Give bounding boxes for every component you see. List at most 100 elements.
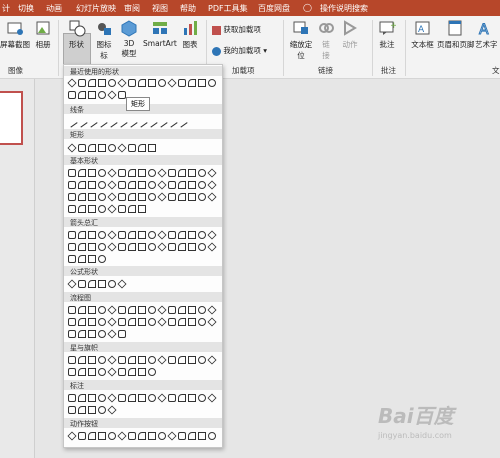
- shape-item-icon[interactable]: [118, 306, 126, 314]
- shape-item-icon[interactable]: [67, 279, 77, 289]
- shape-item-icon[interactable]: [188, 432, 196, 440]
- shape-item-icon[interactable]: [198, 394, 206, 402]
- shape-item-icon[interactable]: [106, 116, 118, 128]
- shape-item-icon[interactable]: [107, 168, 117, 178]
- shape-item-icon[interactable]: [107, 393, 117, 403]
- shape-item-icon[interactable]: [98, 330, 106, 338]
- shape-item-icon[interactable]: [138, 306, 146, 314]
- shape-item-icon[interactable]: [168, 231, 176, 239]
- shape-item-icon[interactable]: [128, 318, 136, 326]
- shape-item-icon[interactable]: [178, 79, 186, 87]
- 3d-model-button[interactable]: 3D 模型: [118, 19, 140, 59]
- shape-item-icon[interactable]: [118, 205, 126, 213]
- shape-item-icon[interactable]: [208, 79, 216, 87]
- shape-item-icon[interactable]: [128, 243, 136, 251]
- shape-item-icon[interactable]: [78, 255, 86, 263]
- shape-item-icon[interactable]: [168, 169, 176, 177]
- shape-item-icon[interactable]: [128, 144, 136, 152]
- shape-item-icon[interactable]: [68, 318, 76, 326]
- shape-item-icon[interactable]: [188, 231, 196, 239]
- shape-item-icon[interactable]: [148, 181, 156, 189]
- shape-item-icon[interactable]: [68, 243, 76, 251]
- shape-item-icon[interactable]: [78, 306, 86, 314]
- shape-item-icon[interactable]: [66, 116, 78, 128]
- shape-item-icon[interactable]: [188, 243, 196, 251]
- shape-item-icon[interactable]: [138, 169, 146, 177]
- shape-item-icon[interactable]: [148, 169, 156, 177]
- shape-item-icon[interactable]: [208, 432, 216, 440]
- shape-item-icon[interactable]: [98, 91, 106, 99]
- shape-item-icon[interactable]: [198, 231, 206, 239]
- zoom-button[interactable]: 缩放定 位: [287, 19, 315, 61]
- shape-item-icon[interactable]: [88, 406, 96, 414]
- shape-item-icon[interactable]: [207, 317, 217, 327]
- shape-item-icon[interactable]: [88, 330, 96, 338]
- shape-item-icon[interactable]: [118, 91, 126, 99]
- shape-item-icon[interactable]: [108, 79, 116, 87]
- shape-item-icon[interactable]: [88, 318, 96, 326]
- shape-item-icon[interactable]: [188, 356, 196, 364]
- shape-item-icon[interactable]: [168, 318, 176, 326]
- textbox-button[interactable]: A 文本框: [410, 19, 435, 50]
- shape-item-icon[interactable]: [68, 255, 76, 263]
- shape-item-icon[interactable]: [178, 231, 186, 239]
- shape-item-icon[interactable]: [138, 368, 146, 376]
- shape-item-icon[interactable]: [148, 306, 156, 314]
- shape-item-icon[interactable]: [107, 242, 117, 252]
- shape-item-icon[interactable]: [108, 432, 116, 440]
- shape-item-icon[interactable]: [157, 317, 167, 327]
- shape-item-icon[interactable]: [178, 318, 186, 326]
- shape-item-icon[interactable]: [88, 205, 96, 213]
- shape-item-icon[interactable]: [88, 394, 96, 402]
- shape-item-icon[interactable]: [68, 356, 76, 364]
- shape-item-icon[interactable]: [116, 116, 128, 128]
- tab-help[interactable]: 帮助: [180, 3, 196, 14]
- shape-item-icon[interactable]: [68, 193, 76, 201]
- shape-item-icon[interactable]: [207, 355, 217, 365]
- screenshot-button[interactable]: 屏幕截图: [0, 19, 30, 50]
- shape-item-icon[interactable]: [176, 116, 188, 128]
- shape-item-icon[interactable]: [146, 116, 158, 128]
- tab-transitions[interactable]: 切换: [18, 3, 34, 14]
- shape-item-icon[interactable]: [178, 181, 186, 189]
- tab-pdf-tools[interactable]: PDF工具集: [208, 3, 248, 14]
- shape-item-icon[interactable]: [78, 144, 86, 152]
- shape-item-icon[interactable]: [138, 231, 146, 239]
- shape-item-icon[interactable]: [138, 432, 146, 440]
- shape-item-icon[interactable]: [88, 144, 96, 152]
- shape-item-icon[interactable]: [78, 406, 86, 414]
- header-footer-button[interactable]: 页眉和页脚: [437, 19, 475, 50]
- shape-item-icon[interactable]: [78, 243, 86, 251]
- shape-item-icon[interactable]: [198, 432, 206, 440]
- shape-item-icon[interactable]: [88, 356, 96, 364]
- shape-item-icon[interactable]: [118, 330, 126, 338]
- shape-item-icon[interactable]: [157, 168, 167, 178]
- shape-item-icon[interactable]: [98, 79, 106, 87]
- shape-item-icon[interactable]: [207, 230, 217, 240]
- action-button[interactable]: 动作: [340, 19, 360, 50]
- shape-item-icon[interactable]: [188, 79, 196, 87]
- shape-item-icon[interactable]: [68, 231, 76, 239]
- shape-item-icon[interactable]: [117, 431, 127, 441]
- shape-item-icon[interactable]: [148, 243, 156, 251]
- shape-item-icon[interactable]: [128, 432, 136, 440]
- tab-slideshow[interactable]: 幻灯片放映: [76, 3, 116, 14]
- shape-item-icon[interactable]: [128, 368, 136, 376]
- shape-item-icon[interactable]: [118, 193, 126, 201]
- shape-item-icon[interactable]: [117, 78, 127, 88]
- shape-item-icon[interactable]: [207, 242, 217, 252]
- shape-item-icon[interactable]: [178, 169, 186, 177]
- shape-item-icon[interactable]: [88, 193, 96, 201]
- tab-baidu-netdisk[interactable]: 百度网盘: [258, 3, 290, 14]
- shape-item-icon[interactable]: [107, 317, 117, 327]
- shape-item-icon[interactable]: [98, 432, 106, 440]
- icons-button[interactable]: 图标 标: [94, 19, 114, 61]
- shape-item-icon[interactable]: [88, 306, 96, 314]
- shape-item-icon[interactable]: [76, 116, 88, 128]
- shape-item-icon[interactable]: [118, 243, 126, 251]
- shape-item-icon[interactable]: [98, 169, 106, 177]
- shape-item-icon[interactable]: [157, 242, 167, 252]
- shape-item-icon[interactable]: [188, 394, 196, 402]
- link-button[interactable]: 链 接: [317, 19, 335, 61]
- shape-item-icon[interactable]: [148, 394, 156, 402]
